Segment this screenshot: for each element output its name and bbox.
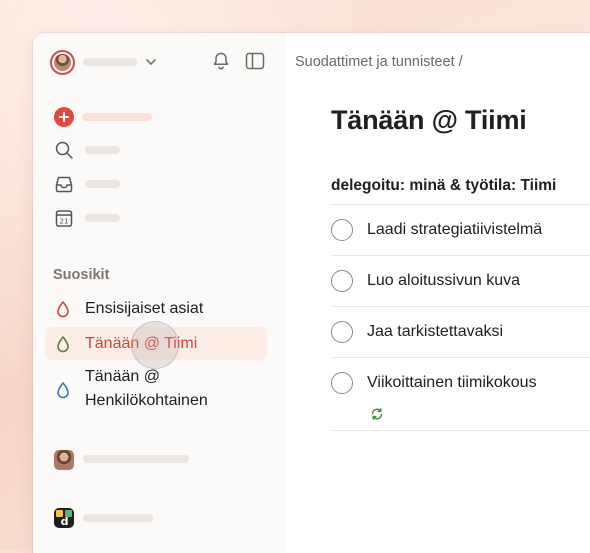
task-title[interactable]: Luo aloitussivun kuva <box>367 271 520 291</box>
user-avatar[interactable] <box>50 50 75 75</box>
favorite-label-line1: Tänään @ <box>85 368 160 385</box>
add-task-placeholder[interactable] <box>82 113 152 121</box>
chevron-down-icon[interactable] <box>144 55 158 69</box>
workspace-logo-icon: d <box>56 510 72 528</box>
task-checkbox[interactable] <box>331 219 353 241</box>
favorite-item-ensisijaiset[interactable]: Ensisijaiset asiat <box>45 297 267 321</box>
inbox-icon[interactable] <box>53 173 75 195</box>
sidebar-toggle-icon[interactable] <box>243 49 267 73</box>
favorite-label: Tänään @ Tiimi <box>85 335 198 352</box>
add-task-icon[interactable] <box>54 107 74 127</box>
search-icon[interactable] <box>53 139 75 161</box>
favorite-item-tanaan-henkilokohtainen[interactable]: Tänään @ Henkilökohtainen <box>45 365 267 415</box>
favorite-label: Ensisijaiset asiat <box>85 300 204 317</box>
divider <box>331 306 590 307</box>
recurring-icon <box>371 408 383 420</box>
divider <box>331 204 590 205</box>
workspace-avatar[interactable] <box>54 450 74 470</box>
workspace-name-placeholder[interactable] <box>83 514 153 522</box>
task-checkbox[interactable] <box>331 321 353 343</box>
divider <box>331 357 590 358</box>
favorite-label-line2: Henkilökohtainen <box>85 392 208 409</box>
breadcrumb[interactable]: Suodattimet ja tunnisteet / <box>295 54 463 70</box>
app-window: 21 Suosikit Ensisijaiset asiat Tänään @ … <box>33 33 590 553</box>
drop-icon <box>57 382 69 399</box>
bell-icon[interactable] <box>209 49 233 73</box>
task-title[interactable]: Jaa tarkistettavaksi <box>367 322 503 342</box>
drop-icon <box>57 336 69 353</box>
search-placeholder[interactable] <box>85 146 120 154</box>
workspace-logo[interactable]: d <box>54 508 74 528</box>
calendar-today-icon[interactable]: 21 <box>53 207 75 229</box>
page-title: Tänään @ Tiimi <box>331 105 527 135</box>
avatar-photo <box>54 54 71 71</box>
divider <box>331 255 590 256</box>
workspace-name-placeholder[interactable] <box>83 455 189 463</box>
group-header: delegoitu: minä & työtila: Tiimi <box>331 177 557 194</box>
calendar-placeholder[interactable] <box>85 214 120 222</box>
user-name-placeholder <box>83 58 137 66</box>
task-checkbox[interactable] <box>331 372 353 394</box>
sidebar: 21 Suosikit Ensisijaiset asiat Tänään @ … <box>33 33 285 553</box>
task-title[interactable]: Viikoittainen tiimikokous <box>367 373 537 393</box>
svg-text:d: d <box>61 515 69 528</box>
task-checkbox[interactable] <box>331 270 353 292</box>
drop-icon <box>57 301 69 318</box>
favorites-section-title: Suosikit <box>53 267 110 283</box>
divider <box>331 430 590 431</box>
main-content: Suodattimet ja tunnisteet / Tänään @ Tii… <box>285 33 590 553</box>
inbox-placeholder[interactable] <box>85 180 120 188</box>
task-title[interactable]: Laadi strategiatiivistelmä <box>367 220 542 240</box>
svg-text:21: 21 <box>60 218 69 226</box>
favorite-item-tanaan-tiimi[interactable]: Tänään @ Tiimi <box>45 327 267 360</box>
